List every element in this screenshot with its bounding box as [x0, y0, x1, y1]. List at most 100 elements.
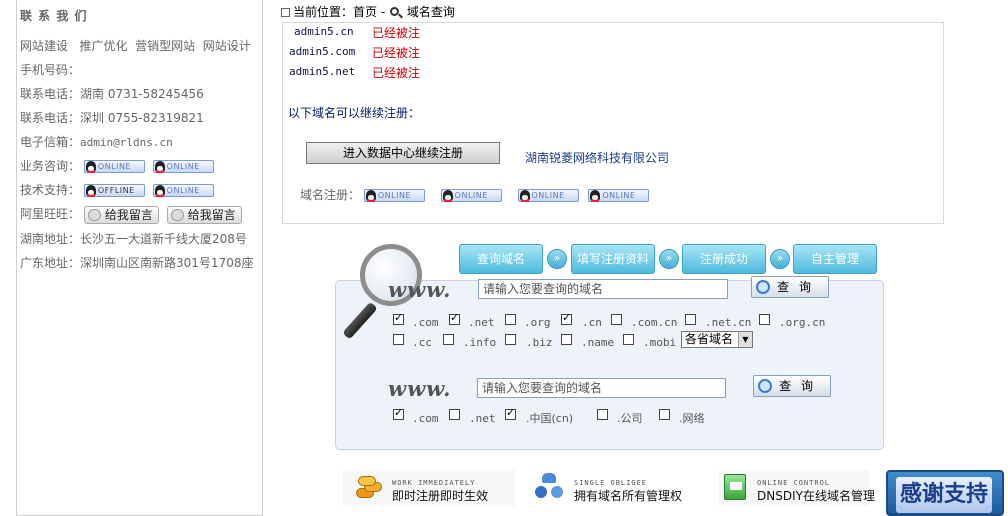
- qq-penguin-icon: [365, 190, 376, 202]
- service-link[interactable]: 推广优化: [79, 39, 127, 53]
- row-label: 联系电话：: [20, 111, 81, 125]
- row-label: 联系电话：: [20, 87, 81, 101]
- result-domain: admin5.net: [289, 65, 356, 78]
- cn-tld-checkbox-gongsi[interactable]: [597, 409, 608, 420]
- tld-checkbox-name[interactable]: [561, 334, 572, 345]
- tech-support-row: 技术支持： OFFLINE ONLINE: [20, 181, 218, 198]
- thanks-support-banner[interactable]: 感谢支持: [886, 470, 1004, 516]
- cn-tld-checkbox-zhongguo[interactable]: [505, 406, 516, 420]
- tld-checkbox-biz[interactable]: [505, 334, 516, 345]
- feature-zh: 拥有域名所有管理权: [574, 489, 683, 503]
- wangwang-icon: [170, 208, 184, 221]
- tld-label: .cn: [582, 316, 602, 329]
- tld-label: .org.cn: [779, 316, 826, 329]
- result-domain: admin5.cn: [294, 25, 354, 38]
- step-fill-info: 填写注册资料: [571, 244, 655, 274]
- row-label: 广东地址：: [20, 256, 81, 270]
- tld-checkbox-com[interactable]: [393, 311, 404, 325]
- tld-checkbox-mobi[interactable]: [623, 334, 634, 345]
- cn-tld-checkbox-wangluo[interactable]: [659, 409, 670, 420]
- datacenter-register-button[interactable]: 进入数据中心继续注册: [306, 142, 500, 164]
- result-domain: admin5.com: [289, 45, 356, 58]
- province-domain-select[interactable]: 各省域名 ▼: [681, 331, 753, 348]
- breadcrumb: 当前位置：首页 - 域名查询: [281, 3, 455, 20]
- breadcrumb-current: 域名查询: [406, 5, 455, 19]
- recycle-icon: [534, 472, 566, 502]
- service-link[interactable]: 营销型网站: [135, 39, 195, 53]
- service-link[interactable]: 网站建设: [20, 39, 68, 53]
- qq-online-button[interactable]: ONLINE: [588, 189, 650, 202]
- qq-online-button[interactable]: ONLINE: [363, 189, 425, 202]
- qq-penguin-icon: [85, 161, 96, 173]
- query-button-label: 查 询: [779, 379, 816, 393]
- tld-label: .mobi: [643, 336, 677, 349]
- tld-checkbox-net[interactable]: [449, 311, 460, 325]
- qq-online-button[interactable]: ONLINE: [517, 189, 579, 202]
- tld-label: .网络: [679, 412, 705, 425]
- tld-checkbox-cn[interactable]: [561, 311, 572, 325]
- tld-label: .cc: [412, 336, 432, 349]
- online-control-icon: [722, 472, 750, 502]
- wangwang-row: 阿里旺旺： 给我留言 给我留言: [20, 205, 246, 224]
- query-icon: [758, 379, 772, 393]
- phone-hunan: 湖南 0731-58245456: [80, 87, 204, 101]
- qq-online-button[interactable]: ONLINE: [440, 189, 502, 202]
- service-link[interactable]: 网站设计: [203, 39, 251, 53]
- wangwang-icon: [87, 208, 101, 221]
- query-button[interactable]: 查 询: [751, 276, 829, 298]
- qq-status: ONLINE: [166, 186, 200, 195]
- query-icon: [756, 280, 770, 294]
- cn-tld-checkbox-net[interactable]: [449, 409, 460, 420]
- tld-checkbox-com-cn[interactable]: [611, 314, 622, 325]
- wangwang-label: 给我留言: [104, 207, 153, 222]
- row-label: 湖南地址：: [20, 232, 81, 246]
- domain-search-input[interactable]: 请输入您要查询的域名: [478, 279, 728, 299]
- wangwang-message-button[interactable]: 给我留言: [166, 205, 242, 224]
- province-select-value: 各省域名: [685, 332, 734, 346]
- mobile-row: 手机号码：: [20, 61, 80, 78]
- feature-zh: DNSDIY在线域名管理: [757, 489, 875, 503]
- tld-label: .net.cn: [705, 316, 752, 329]
- feature-zh: 即时注册即时生效: [392, 489, 489, 503]
- tld-label: .com: [412, 412, 439, 425]
- qq-online-button[interactable]: ONLINE: [152, 184, 214, 197]
- breadcrumb-separator: -: [380, 5, 386, 19]
- cn-tld-checkbox-com[interactable]: [393, 406, 404, 420]
- tld-label: .com.cn: [631, 316, 678, 329]
- tld-checkbox-net-cn[interactable]: [685, 314, 696, 325]
- tld-checkbox-org-cn[interactable]: [759, 314, 770, 325]
- qq-penguin-icon: [85, 185, 96, 197]
- row-label: 手机号码：: [20, 63, 81, 77]
- cn-domain-search-input[interactable]: 请输入您要查询的域名: [477, 378, 726, 398]
- qq-penguin-icon: [442, 190, 453, 202]
- tld-checkbox-org[interactable]: [505, 314, 516, 325]
- email-row: 电子信箱：admin@rldns.cn: [20, 133, 173, 150]
- available-label: 以下域名可以继续注册：: [288, 106, 421, 120]
- guangdong-address: 深圳南山区南新路301号1708座: [80, 256, 254, 270]
- square-bullet-icon: [281, 8, 290, 17]
- domain-register-row: 域名注册： ONLINE ONLINE ONLINE ONLINE: [300, 186, 653, 203]
- tld-label: .中国(cn): [526, 412, 574, 425]
- qq-offline-button[interactable]: OFFLINE: [83, 184, 145, 197]
- cn-query-button[interactable]: 查 询: [753, 375, 831, 397]
- row-label: 阿里旺旺：: [20, 207, 81, 221]
- qq-online-button[interactable]: ONLINE: [152, 160, 214, 173]
- hunan-address: 长沙五一大道新千线大厦208号: [80, 232, 247, 246]
- qq-online-button[interactable]: ONLINE: [83, 160, 145, 173]
- tld-checkbox-cc[interactable]: [393, 334, 404, 345]
- qq-status: ONLINE: [454, 191, 488, 200]
- qq-status: ONLINE: [97, 162, 131, 171]
- business-consult-row: 业务咨询： ONLINE ONLINE: [20, 157, 218, 174]
- email-value[interactable]: admin@rldns.cn: [80, 136, 173, 149]
- phone-shenzhen-row: 联系电话：深圳 0755-82319821: [20, 109, 204, 126]
- breadcrumb-home-link[interactable]: 首页: [353, 5, 377, 19]
- company-link[interactable]: 湖南锐菱网络科技有限公司: [525, 149, 669, 166]
- guangdong-address-row: 广东地址：深圳南山区南新路301号1708座: [20, 254, 253, 271]
- feature-en: WORK IMMEDIATELY: [392, 479, 476, 487]
- wangwang-message-button[interactable]: 给我留言: [83, 205, 159, 224]
- tld-label: .org: [524, 316, 551, 329]
- phone-shenzhen: 深圳 0755-82319821: [80, 111, 204, 125]
- tld-label: .info: [463, 336, 497, 349]
- step-arrow-icon: »: [659, 249, 679, 269]
- tld-checkbox-info[interactable]: [443, 334, 454, 345]
